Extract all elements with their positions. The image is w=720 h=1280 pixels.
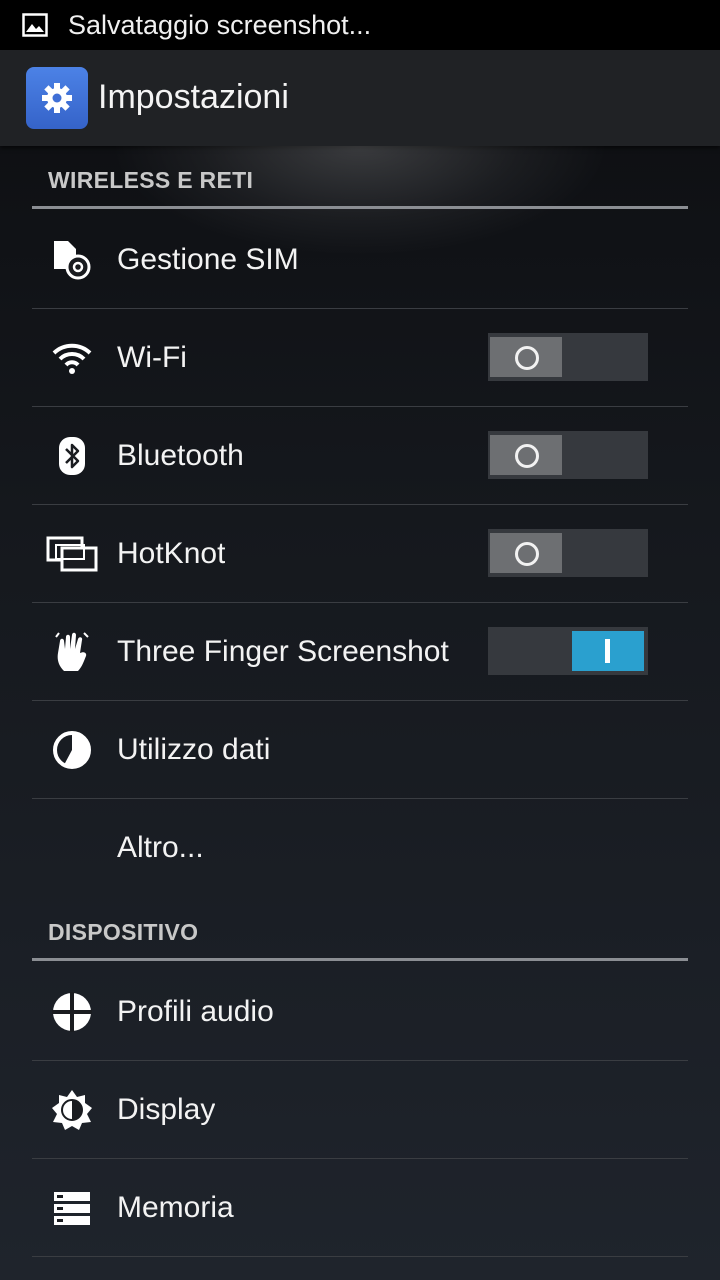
action-bar: Impostazioni xyxy=(0,50,720,146)
section-divider xyxy=(32,206,688,209)
settings-item-label: Memoria xyxy=(117,1191,234,1224)
status-bar: Salvataggio screenshot... xyxy=(0,0,720,50)
settings-item-data-usage[interactable]: Utilizzo dati xyxy=(0,701,720,798)
bluetooth-toggle[interactable] xyxy=(488,431,648,479)
settings-item-wifi[interactable]: Wi-Fi xyxy=(0,309,720,406)
hand-gesture-icon xyxy=(48,631,96,673)
toggle-thumb xyxy=(490,533,562,573)
settings-item-label: Utilizzo dati xyxy=(117,733,271,766)
settings-item-sim-management[interactable]: Gestione SIM xyxy=(0,211,720,308)
wifi-icon xyxy=(48,337,96,379)
settings-item-label: Display xyxy=(117,1093,216,1126)
audio-profiles-icon xyxy=(48,991,96,1033)
settings-item-label: HotKnot xyxy=(117,537,226,570)
section-header-device: DISPOSITIVO xyxy=(48,919,199,945)
toggle-thumb xyxy=(490,337,562,377)
data-usage-icon xyxy=(48,729,96,771)
three-finger-screenshot-toggle[interactable] xyxy=(488,627,648,675)
settings-item-more[interactable]: Altro... xyxy=(0,799,720,896)
settings-item-audio-profiles[interactable]: Profili audio xyxy=(0,963,720,1060)
settings-item-label: Profili audio xyxy=(117,995,274,1028)
toggle-thumb xyxy=(572,631,644,671)
section-header-wireless: WIRELESS E RETI xyxy=(48,167,254,193)
bluetooth-icon xyxy=(48,435,96,477)
settings-item-hotknot[interactable]: HotKnot xyxy=(0,505,720,602)
hotknot-icon xyxy=(46,533,98,575)
page-title: Impostazioni xyxy=(98,78,289,116)
display-brightness-icon xyxy=(48,1089,96,1131)
status-notification-text: Salvataggio screenshot... xyxy=(68,10,372,40)
settings-item-label: Altro... xyxy=(117,831,204,864)
toggle-thumb xyxy=(490,435,562,475)
settings-item-display[interactable]: Display xyxy=(0,1061,720,1158)
settings-item-label: Bluetooth xyxy=(117,439,244,472)
section-divider xyxy=(32,958,688,961)
settings-item-storage[interactable]: Memoria xyxy=(0,1159,720,1256)
hotknot-toggle[interactable] xyxy=(488,529,648,577)
wifi-toggle[interactable] xyxy=(488,333,648,381)
settings-item-three-finger-screenshot[interactable]: Three Finger Screenshot xyxy=(0,603,720,700)
settings-gear-icon[interactable] xyxy=(26,67,88,129)
sim-management-icon xyxy=(48,239,96,281)
image-icon xyxy=(22,13,48,37)
storage-icon xyxy=(48,1187,96,1229)
divider xyxy=(32,1256,688,1257)
settings-item-label: Three Finger Screenshot xyxy=(117,635,449,668)
settings-item-bluetooth[interactable]: Bluetooth xyxy=(0,407,720,504)
settings-item-label: Gestione SIM xyxy=(117,243,299,276)
settings-item-label: Wi-Fi xyxy=(117,341,187,374)
